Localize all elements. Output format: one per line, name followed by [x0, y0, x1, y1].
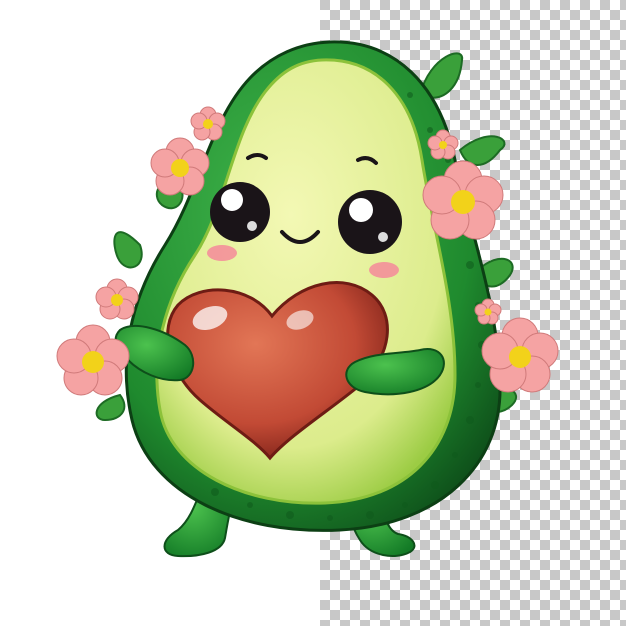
- flower-top-left-small: [190, 106, 226, 141]
- flower-left-mid: [95, 278, 139, 320]
- avocado-illustration: [56, 40, 559, 558]
- left-cheek: [207, 245, 237, 261]
- image-canvas: [0, 0, 626, 626]
- right-cheek: [369, 262, 399, 278]
- left-eye: [210, 182, 270, 242]
- flower-top-left: [150, 137, 210, 196]
- right-eye: [338, 190, 402, 254]
